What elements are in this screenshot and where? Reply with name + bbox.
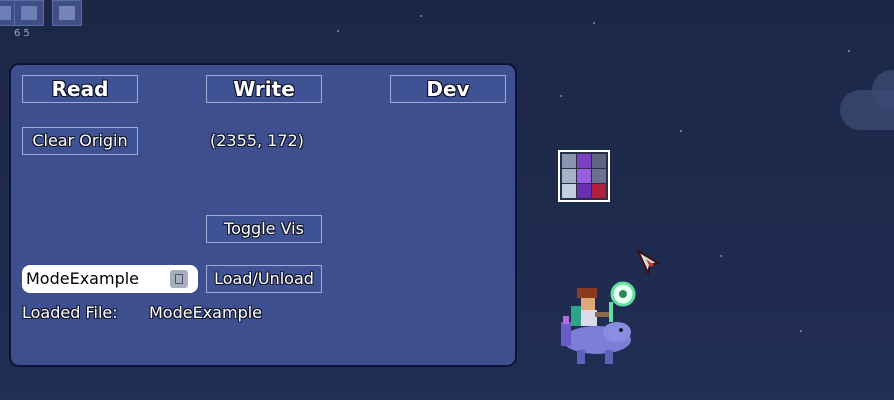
load-unload-button[interactable]: Load/Unload	[206, 265, 322, 293]
hotbar-slot[interactable]	[52, 0, 82, 26]
preview-tile	[592, 184, 606, 198]
read-button[interactable]: Read	[22, 75, 138, 103]
item-icon	[59, 6, 75, 20]
preview-tile	[592, 169, 606, 183]
loaded-file-value: ModeExample	[149, 303, 263, 322]
toggle-vis-button[interactable]: Toggle Vis	[206, 215, 322, 243]
loaded-file-label: Loaded File:	[22, 303, 118, 322]
write-button[interactable]: Write	[206, 75, 322, 103]
star	[848, 50, 850, 52]
hotbar-slot[interactable]	[14, 0, 44, 26]
dev-button[interactable]: Dev	[390, 75, 506, 103]
preview-tile	[592, 154, 606, 168]
cursor-icon	[636, 249, 661, 275]
star	[337, 30, 339, 32]
preview-tile	[577, 184, 591, 198]
clear-origin-button[interactable]: Clear Origin	[22, 127, 138, 155]
item-icon	[0, 6, 11, 20]
preview-tile	[577, 154, 591, 168]
star	[560, 95, 562, 97]
star	[593, 22, 595, 24]
structure-helper-panel: Read Write Dev Clear Origin (2355, 172) …	[9, 63, 517, 367]
preview-tile	[562, 169, 576, 183]
structure-preview-icon	[558, 150, 610, 202]
file-name-value: ModeExample	[26, 269, 140, 288]
player-character	[561, 281, 636, 364]
file-name-input[interactable]: ModeExample	[22, 265, 198, 293]
preview-tile	[577, 169, 591, 183]
hotbar-item-count: 6 5	[14, 28, 30, 39]
preview-tile	[562, 184, 576, 198]
star	[680, 130, 682, 132]
item-icon	[21, 6, 37, 20]
preview-tile	[562, 154, 576, 168]
star	[420, 15, 422, 17]
star	[720, 255, 722, 257]
star	[800, 330, 802, 332]
trash-icon[interactable]	[170, 270, 188, 288]
origin-coordinates: (2355, 172)	[210, 131, 304, 150]
